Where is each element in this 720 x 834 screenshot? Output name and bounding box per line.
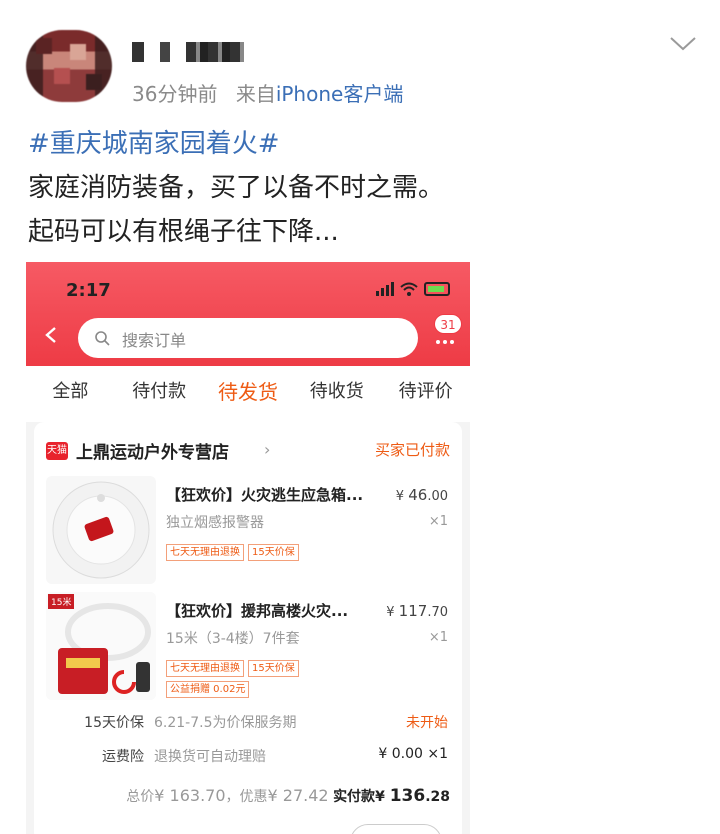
search-input[interactable]: 搜索订单 bbox=[78, 318, 418, 358]
order-item[interactable]: 15米 【狂欢价】援邦高楼火灾... ¥ 117.70 15米（3-4楼）7件套… bbox=[46, 592, 450, 702]
tag-charity-donation: 公益捐赠 0.02元 bbox=[166, 681, 250, 698]
order-tabs: 全部 待付款 待发货 待收货 待评价 bbox=[26, 366, 470, 422]
order-action-button[interactable] bbox=[350, 824, 442, 834]
store-name[interactable]: 上鼎运动户外专营店 bbox=[76, 438, 229, 463]
post-topic-link[interactable]: #重庆城南家园着火# bbox=[28, 122, 444, 166]
shipping-insurance-label: 运费险 bbox=[102, 749, 144, 765]
item-title-text: 火灾逃生应急箱... bbox=[241, 486, 364, 504]
message-count-badge[interactable]: 31 bbox=[434, 314, 462, 334]
tab-all[interactable]: 全部 bbox=[26, 366, 115, 422]
battery-icon bbox=[424, 282, 450, 296]
price-protect-desc: 6.21-7.5为价保服务期 bbox=[154, 715, 297, 731]
paid-dec: .28 bbox=[425, 789, 450, 805]
order-item[interactable]: 【狂欢价】火灾逃生应急箱... ¥ 46.00 独立烟感报警器 ×1 七天无理由… bbox=[46, 476, 450, 586]
tmall-logo: 天猫 bbox=[46, 442, 68, 460]
post-text-line-1: 家庭消防装备，买了以备不时之需。 bbox=[28, 173, 445, 203]
tag-price-protect: 15天价保 bbox=[248, 660, 299, 677]
post-time: 36分钟前 bbox=[132, 82, 218, 106]
post-body: #重庆城南家园着火# 家庭消防装备，买了以备不时之需。 起码可以有根绳子往下降.… bbox=[28, 122, 444, 254]
paid-amount: 实付款¥ 136.28 bbox=[333, 786, 450, 806]
order-card: 天猫 上鼎运动户外专营店 › 买家已付款 【狂欢价】火灾逃生应急箱... ¥ 4… bbox=[34, 422, 462, 834]
signal-icon bbox=[376, 282, 394, 296]
post-client-link[interactable]: iPhone客户端 bbox=[276, 82, 404, 106]
price-int: 117 bbox=[398, 602, 428, 620]
price-protect-status: 未开始 bbox=[406, 715, 448, 731]
paid-label: 实付款 bbox=[333, 789, 376, 805]
item-price: ¥ 117.70 bbox=[386, 602, 448, 620]
tag-seven-day-return: 七天无理由退换 bbox=[166, 544, 244, 561]
shipping-insurance-row[interactable]: 运费险 退换货可自动理赔 ¥ 0.00 ×1 bbox=[46, 746, 450, 770]
service-tags: 七天无理由退换 15天价保 bbox=[166, 544, 366, 561]
item-title[interactable]: 【狂欢价】援邦高楼火灾... bbox=[166, 600, 386, 621]
tab-pending-receipt[interactable]: 待收货 bbox=[292, 366, 381, 422]
tag-price-protect: 15天价保 bbox=[248, 544, 299, 561]
price-int: 46 bbox=[408, 486, 428, 504]
discount-value: ¥ 27.42 bbox=[267, 786, 329, 805]
shipping-insurance-price: ¥ 0.00 ×1 bbox=[378, 746, 448, 762]
status-time: 2:17 bbox=[66, 280, 111, 301]
chevron-down-icon[interactable] bbox=[668, 34, 698, 54]
price-symbol: ¥ bbox=[386, 605, 395, 620]
item-qty: ×1 bbox=[428, 630, 448, 645]
search-icon bbox=[95, 331, 110, 346]
more-icon[interactable] bbox=[436, 340, 454, 344]
item-price: ¥ 46.00 bbox=[396, 486, 448, 504]
paid-symbol: ¥ bbox=[375, 789, 385, 805]
smoke-detector-image bbox=[46, 476, 156, 584]
back-arrow-icon[interactable] bbox=[44, 326, 58, 344]
embedded-order-screenshot[interactable]: 2:17 搜索订单 31 全部 待付款 待发货 待收货 待评价 天猫 上鼎运动户… bbox=[26, 262, 470, 834]
search-placeholder: 搜索订单 bbox=[122, 331, 187, 350]
username-redacted[interactable] bbox=[132, 40, 244, 64]
store-row[interactable]: 天猫 上鼎运动户外专营店 › 买家已付款 bbox=[46, 436, 450, 464]
total-value: ¥ 163.70 bbox=[154, 786, 226, 805]
price-symbol: ¥ bbox=[395, 489, 405, 504]
total-label: 总价 bbox=[126, 789, 155, 805]
item-title-prefix: 【狂欢价】 bbox=[166, 602, 242, 620]
tab-pending-review[interactable]: 待评价 bbox=[381, 366, 470, 422]
price-protect-label: 15天价保 bbox=[84, 715, 144, 731]
escape-rope-kit-image: 15米 bbox=[46, 592, 156, 700]
shipping-insurance-desc: 退换货可自动理赔 bbox=[154, 749, 266, 765]
order-status: 买家已付款 bbox=[374, 441, 450, 459]
tab-pending-shipment[interactable]: 待发货 bbox=[204, 366, 293, 422]
item-title[interactable]: 【狂欢价】火灾逃生应急箱... bbox=[166, 484, 386, 505]
tag-seven-day-return: 七天无理由退换 bbox=[166, 660, 244, 677]
price-dec: .70 bbox=[427, 605, 448, 620]
item-spec: 独立烟感报警器 bbox=[166, 515, 264, 531]
chevron-right-icon: › bbox=[264, 440, 271, 459]
discount-label: 优惠 bbox=[239, 789, 268, 805]
tab-pending-payment[interactable]: 待付款 bbox=[115, 366, 204, 422]
item-qty: ×1 bbox=[428, 514, 448, 529]
price-protect-row[interactable]: 15天价保 6.21-7.5为价保服务期 未开始 bbox=[46, 712, 450, 736]
order-total: 总价¥ 163.70，优惠¥ 27.42 实付款¥ 136.28 bbox=[126, 786, 450, 806]
post-meta: 36分钟前 来自iPhone客户端 bbox=[132, 78, 403, 107]
price-dec: .00 bbox=[427, 489, 448, 504]
service-tags: 七天无理由退换 15天价保 公益捐赠 0.02元 bbox=[166, 660, 366, 698]
app-header: 2:17 搜索订单 31 bbox=[26, 262, 470, 366]
avatar[interactable] bbox=[26, 30, 112, 102]
post-from-label: 来自 bbox=[235, 82, 276, 106]
status-icons bbox=[376, 282, 450, 296]
wifi-icon bbox=[400, 282, 418, 296]
item-title-text: 援邦高楼火灾... bbox=[241, 602, 349, 620]
item-spec: 15米（3-4楼）7件套 bbox=[166, 631, 300, 647]
paid-int: 136 bbox=[389, 786, 426, 806]
post-header: 36分钟前 来自iPhone客户端 bbox=[0, 0, 720, 120]
item-title-prefix: 【狂欢价】 bbox=[166, 486, 242, 504]
kit-length-label: 15米 bbox=[48, 594, 75, 609]
post-text-line-2: 起码可以有根绳子往下降... bbox=[28, 217, 339, 247]
